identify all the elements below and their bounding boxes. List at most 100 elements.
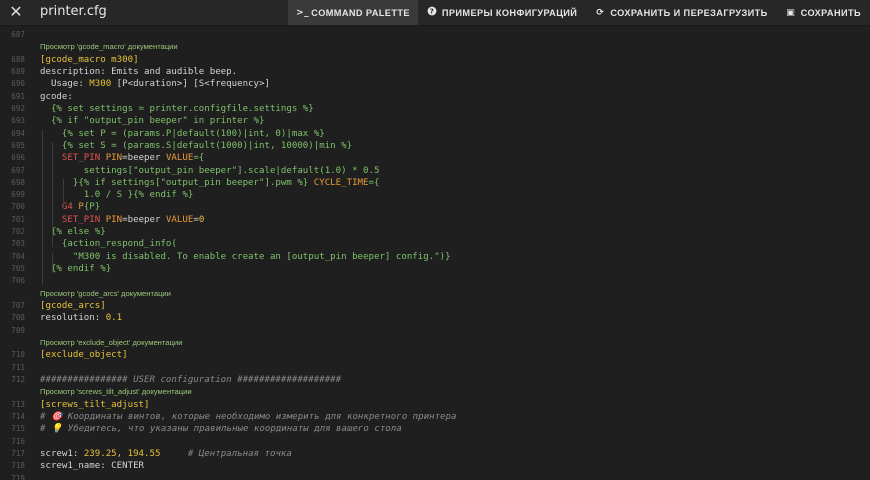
code-text: ################ USER configuration ####… [40, 374, 341, 386]
code-token: ={ [368, 177, 380, 188]
code-line: 703 {action_respond_info( [0, 238, 870, 250]
code-text: resolution: 0.1 [40, 312, 122, 324]
code-token: screw1_name: CENTER [40, 461, 145, 472]
code-token: ################ USER configuration ####… [40, 374, 342, 385]
line-number: 694 [11, 128, 25, 138]
code-token: [gcode_arcs] [40, 301, 106, 312]
code-token: P [72, 202, 84, 213]
code-token: description: Emits and audible beep. [40, 67, 238, 78]
code-text: {% set settings = printer.configfile.set… [40, 103, 314, 115]
code-line: 693 {% if "output_pin beeper" in printer… [0, 115, 870, 127]
code-line: 687 [0, 29, 870, 41]
editor-toolbar: >_ COMMAND PALETTE ? ПРИМЕРЫ КОНФИГУРАЦИ… [288, 0, 870, 25]
line-number: 716 [11, 436, 25, 446]
save-icon: ▣ [786, 7, 796, 18]
code-text: SET_PIN PIN=beeper VALUE=0 [40, 214, 204, 226]
code-token: }{% if settings["output_pin beeper"].pwm… [40, 177, 309, 188]
documentation-link[interactable]: Просмотр 'exclude_object' документации [40, 337, 182, 349]
line-number: 712 [11, 374, 25, 384]
code-line: 713 [screws_tilt_adjust] [0, 399, 870, 411]
code-line: 704 "M300 is disabled. To enable create … [0, 251, 870, 263]
close-icon[interactable]: ✕ [8, 3, 24, 21]
code-token: [screws_tilt_adjust] [40, 399, 150, 410]
code-line: 706 [0, 275, 870, 287]
code-line: 699 1.0 / S }{% endif %} [0, 189, 870, 201]
line-number: 715 [11, 424, 25, 434]
code-line: 708 resolution: 0.1 [0, 312, 870, 324]
code-line: 691 gcode: [0, 91, 870, 103]
code-line: 688 [gcode_macro m300] [0, 54, 870, 66]
indent-guide [52, 253, 53, 273]
code-editor[interactable]: 687 Просмотр 'gcode_macro' документации 68… [0, 26, 870, 480]
line-number: 708 [11, 313, 25, 323]
indent-guide [63, 179, 64, 209]
line-number: 692 [11, 103, 25, 113]
code-text: [gcode_macro m300] [40, 54, 139, 66]
save-restart-button[interactable]: ⟳ СОХРАНИТЬ И ПЕРЕЗАГРУЗИТЬ [586, 0, 776, 25]
code-token: [P<duration>] [S<frequency>] [111, 79, 270, 90]
code-token: {% else %} [40, 227, 106, 238]
code-text: {% endif %} [40, 263, 111, 275]
code-text: {% else %} [40, 226, 106, 238]
code-token: "M300 is disabled. To enable create an [… [40, 251, 451, 262]
documentation-link[interactable]: Просмотр 'gcode_macro' документации [40, 41, 178, 53]
code-token: ={ [193, 153, 205, 164]
code-token: Usage: [40, 79, 90, 90]
doc-link-row: Просмотр 'gcode_macro' документации [0, 41, 870, 53]
code-token: # 💡 Убедитесь, что указаны правильные ко… [40, 424, 402, 435]
code-token: [exclude_object] [40, 350, 128, 361]
indent-guide [42, 130, 43, 285]
code-lines: 687 Просмотр 'gcode_macro' документации 68… [0, 29, 870, 480]
code-token: {P} [83, 202, 101, 213]
code-token: screw1: [40, 448, 84, 459]
code-token: # Центральная точка [160, 448, 292, 459]
doc-link-row: Просмотр 'exclude_object' документации [0, 337, 870, 349]
command-palette-button[interactable]: >_ COMMAND PALETTE [288, 0, 418, 25]
documentation-link[interactable]: Просмотр 'gcode_arcs' документации [40, 288, 171, 300]
documentation-link[interactable]: Просмотр 'screws_tilt_adjust' документац… [40, 386, 192, 398]
indent-guide [52, 142, 53, 247]
code-line: 700 G4 P{P} [0, 201, 870, 213]
line-number: 707 [11, 301, 25, 311]
help-circle-icon-svg: ? [427, 6, 437, 16]
code-line: 710 [exclude_object] [0, 349, 870, 361]
code-text: [gcode_arcs] [40, 300, 106, 312]
code-text: }{% if settings["output_pin beeper"].pwm… [40, 177, 380, 189]
code-text: # 💡 Убедитесь, что указаны правильные ко… [40, 423, 402, 435]
line-number: 711 [11, 362, 25, 372]
code-token: gcode: [40, 91, 73, 102]
code-token: {% endif %} [40, 264, 112, 275]
doc-link-row: Просмотр 'gcode_arcs' документации [0, 288, 870, 300]
config-examples-label: ПРИМЕРЫ КОНФИГУРАЦИЙ [441, 7, 578, 18]
code-text: screw1_name: CENTER [40, 460, 144, 472]
code-line: 714 # 🎯 Координаты винтов, которые необхо… [0, 411, 870, 423]
line-number: 702 [11, 227, 25, 237]
save-button[interactable]: ▣ СОХРАНИТЬ [777, 0, 870, 25]
code-line: 719 [0, 473, 870, 480]
code-text: {% if "output_pin beeper" in printer %} [40, 115, 265, 127]
config-examples-button[interactable]: ? ПРИМЕРЫ КОНФИГУРАЦИЙ [418, 0, 586, 25]
code-line: 698 }{% if settings["output_pin beeper"]… [0, 177, 870, 189]
code-line: 717 screw1: 239.25, 194.55 # Центральная … [0, 448, 870, 460]
line-number: 703 [11, 239, 25, 249]
code-line: 702 {% else %} [0, 226, 870, 238]
code-token: 0 [198, 214, 205, 225]
code-line: 707 [gcode_arcs] [0, 300, 870, 312]
code-token: {% set S = (params.S|default(1000)|int, … [40, 140, 353, 151]
code-token: VALUE [160, 153, 194, 164]
code-token: [gcode_macro m300] [40, 54, 139, 65]
code-token: 239.25, 194.55 [83, 448, 161, 459]
code-token: {% set P = (params.P|default(100)|int, 0… [40, 128, 325, 139]
code-line: 705 {% endif %} [0, 263, 870, 275]
line-number: 697 [11, 165, 25, 175]
code-line: 690 Usage: M300 [P<duration>] [S<frequen… [0, 78, 870, 90]
line-number: 709 [11, 325, 25, 335]
code-token: CYCLE_TIME [308, 177, 369, 188]
editor-header: ✕ printer.cfg >_ COMMAND PALETTE ? ПРИМЕ… [0, 0, 870, 26]
code-line: 689 description: Emits and audible beep. [0, 66, 870, 78]
line-number: 704 [11, 251, 25, 261]
line-number: 689 [11, 67, 25, 77]
code-token: 0.1 [105, 313, 123, 324]
command-palette-label: COMMAND PALETTE [311, 7, 410, 18]
help-glyph: ? [430, 8, 434, 16]
